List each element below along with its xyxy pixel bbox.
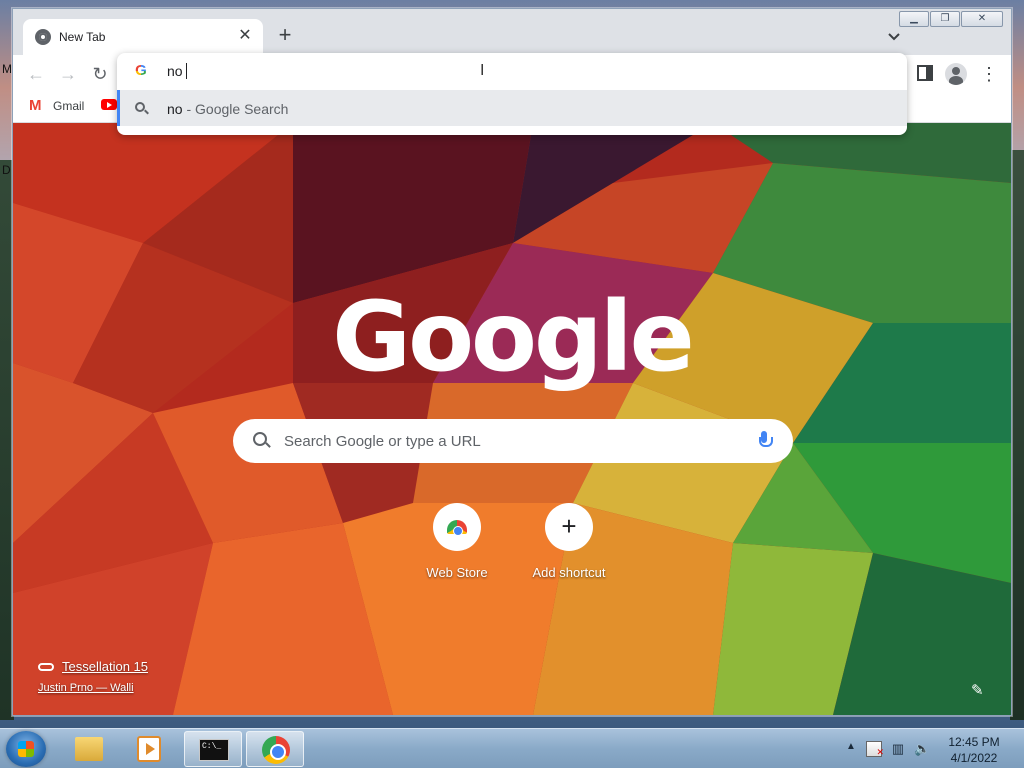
new-tab-button[interactable]: + bbox=[273, 24, 297, 48]
webstore-icon bbox=[447, 520, 467, 536]
link-icon bbox=[38, 662, 54, 671]
media-player-icon bbox=[137, 736, 161, 762]
youtube-icon bbox=[101, 99, 117, 110]
minimize-button[interactable]: ▁ bbox=[899, 11, 929, 27]
shortcut-web-store[interactable]: Web Store bbox=[407, 503, 507, 580]
bookmark-gmail[interactable]: Gmail bbox=[29, 97, 85, 114]
shortcut-tile: + bbox=[545, 503, 593, 551]
omnibox-suggestion[interactable]: no - Google Search bbox=[117, 90, 907, 126]
browser-menu-icon[interactable]: ⋮ bbox=[979, 62, 999, 86]
attribution-title-link[interactable]: Tessellation 15 bbox=[38, 659, 148, 674]
shortcut-add[interactable]: + Add shortcut bbox=[519, 503, 619, 580]
taskbar-command-prompt[interactable]: C:\_ bbox=[184, 731, 242, 767]
side-panel-icon[interactable] bbox=[917, 65, 933, 81]
background-attribution: Tessellation 15 Justin Prno — Walli bbox=[38, 659, 148, 694]
back-button[interactable]: ← bbox=[23, 61, 49, 87]
tab-title: New Tab bbox=[59, 30, 106, 44]
suggestion-text: no - Google Search bbox=[167, 101, 288, 117]
system-clock[interactable]: 12:45 PM 4/1/2022 bbox=[944, 734, 1004, 766]
google-logo: Google bbox=[332, 281, 694, 393]
close-window-button[interactable]: ✕ bbox=[961, 11, 1003, 27]
tab-new-tab[interactable]: New Tab ✕ bbox=[23, 19, 263, 55]
typed-text: no bbox=[167, 63, 183, 79]
shortcut-tile bbox=[433, 503, 481, 551]
shortcut-label: Add shortcut bbox=[532, 565, 606, 580]
suggestion-separator: - bbox=[182, 101, 196, 117]
search-icon bbox=[253, 432, 267, 446]
omnibox-dropdown: G no I no - Google Search bbox=[117, 53, 907, 135]
search-icon bbox=[135, 102, 145, 112]
gmail-icon bbox=[29, 97, 45, 114]
address-bar[interactable]: G no I bbox=[117, 53, 907, 90]
tab-strip: New Tab ✕ + ▁ ❐ ✕ bbox=[13, 9, 1011, 55]
chrome-favicon-icon bbox=[35, 29, 51, 45]
show-hidden-icons-arrow-icon[interactable]: ▲ bbox=[846, 741, 856, 752]
window-controls: ▁ ❐ ✕ bbox=[898, 11, 1003, 27]
attribution-title: Tessellation 15 bbox=[62, 659, 148, 674]
forward-button[interactable]: → bbox=[55, 61, 81, 87]
taskbar-chrome[interactable] bbox=[246, 731, 304, 767]
tab-close-icon[interactable]: ✕ bbox=[235, 26, 255, 46]
chrome-icon bbox=[262, 736, 290, 764]
clock-date: 4/1/2022 bbox=[950, 751, 998, 765]
text-caret bbox=[185, 63, 187, 79]
plus-icon: + bbox=[561, 511, 577, 541]
customize-pencil-icon[interactable]: ✎ bbox=[971, 683, 987, 699]
ntp-search-box[interactable]: Search Google or type a URL bbox=[233, 419, 793, 463]
microphone-icon[interactable] bbox=[759, 431, 773, 451]
ibeam-cursor-icon: I bbox=[480, 62, 485, 79]
bookmark-label: Gmail bbox=[53, 99, 85, 113]
network-icon[interactable]: ▥ bbox=[890, 741, 906, 757]
folder-icon bbox=[75, 737, 103, 761]
profile-avatar-icon[interactable] bbox=[945, 63, 967, 85]
suggestion-query: no bbox=[167, 101, 183, 117]
search-placeholder: Search Google or type a URL bbox=[284, 433, 481, 450]
attribution-artist-link[interactable]: Justin Prno — Walli bbox=[38, 682, 148, 694]
start-button[interactable] bbox=[6, 731, 46, 767]
taskbar-media-player[interactable] bbox=[120, 731, 178, 767]
desktop-icon-label-m[interactable]: M bbox=[2, 62, 12, 76]
google-g-icon: G bbox=[133, 63, 149, 79]
reload-button[interactable]: ↻ bbox=[87, 61, 113, 87]
desktop-icon-label-d[interactable]: D bbox=[2, 163, 11, 177]
taskbar: C:\_ ▲ ▥ 🔈 12:45 PM 4/1/2022 bbox=[0, 728, 1024, 768]
desktop-wallpaper-right bbox=[1010, 150, 1024, 720]
new-tab-page: Google Search Google or type a URL Web S… bbox=[13, 123, 1011, 715]
action-center-flag-icon[interactable] bbox=[866, 741, 884, 760]
command-prompt-icon: C:\_ bbox=[199, 739, 229, 761]
bookmark-youtube[interactable] bbox=[101, 99, 117, 110]
shortcut-label: Web Store bbox=[426, 565, 488, 580]
tab-search-chevron-icon[interactable] bbox=[883, 25, 905, 47]
suggestion-provider: Google Search bbox=[195, 101, 289, 117]
restore-button[interactable]: ❐ bbox=[930, 11, 960, 27]
clock-time: 12:45 PM bbox=[948, 735, 1000, 749]
taskbar-explorer[interactable] bbox=[60, 731, 118, 767]
volume-icon[interactable]: 🔈 bbox=[914, 741, 930, 757]
address-input[interactable]: no bbox=[167, 63, 187, 79]
